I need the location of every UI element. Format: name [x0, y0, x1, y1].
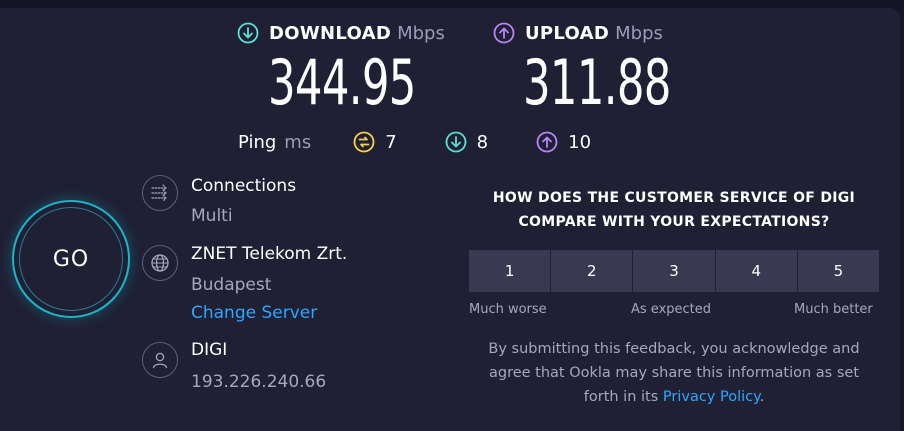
go-label: GO [19, 207, 123, 311]
user-icon [142, 342, 178, 378]
download-label: DOWNLOAD [269, 22, 392, 44]
download-unit: Mbps [397, 22, 445, 44]
provider-ip: 193.226.240.66 [191, 372, 327, 392]
download-latency: 8 [445, 131, 488, 153]
disclaimer-line1: By submitting this feedback, you acknowl… [488, 341, 860, 357]
change-server-link[interactable]: Change Server [191, 303, 317, 323]
scale-label-high: Much better [794, 302, 873, 317]
rating-option-2[interactable]: 2 [551, 250, 634, 292]
upload-unit: Mbps [615, 22, 663, 44]
connections-icon [142, 175, 178, 211]
rating-scale: 1 2 3 4 5 [469, 250, 880, 292]
rating-option-1[interactable]: 1 [469, 250, 552, 292]
survey-question-line1: HOW DOES THE CUSTOMER SERVICE OF DIGI [492, 190, 856, 206]
survey-disclaimer: By submitting this feedback, you acknowl… [470, 337, 878, 409]
rating-option-3[interactable]: 3 [633, 250, 716, 292]
disclaimer-line3: forth in its Privacy Policy. [470, 385, 878, 409]
upload-latency-value: 10 [568, 131, 592, 153]
upload-arrow-icon [493, 22, 515, 44]
upload-header: UPLOAD Mbps [493, 22, 663, 44]
survey-question: HOW DOES THE CUSTOMER SERVICE OF DIGI CO… [470, 186, 878, 234]
download-arrow-icon [237, 22, 259, 44]
idle-latency: 7 [353, 131, 397, 153]
disclaimer-line2: agree that Ookla may share this informat… [488, 365, 860, 381]
upload-latency-icon [536, 131, 558, 153]
connections-value: Multi [191, 206, 233, 226]
idle-latency-icon [353, 131, 375, 153]
upload-latency: 10 [536, 131, 591, 153]
go-button[interactable]: GO [12, 200, 130, 318]
server-location: Budapest [191, 275, 272, 295]
ping-label: Ping [238, 131, 277, 153]
idle-latency-value: 7 [385, 131, 397, 153]
download-latency-icon [445, 131, 467, 153]
speedtest-panel: DOWNLOAD Mbps 344.95 UPLOAD Mbps 311.88 … [0, 0, 904, 431]
connections-title: Connections [191, 176, 297, 196]
download-latency-value: 8 [476, 131, 489, 153]
provider-name: DIGI [191, 340, 228, 360]
scale-label-mid: As expected [631, 302, 712, 317]
scale-label-low: Much worse [469, 302, 547, 317]
privacy-policy-link[interactable]: Privacy Policy [663, 389, 760, 405]
globe-icon [142, 245, 178, 281]
rating-option-5[interactable]: 5 [797, 250, 880, 292]
ping-unit: ms [284, 131, 312, 153]
ping-row: Ping ms 7 8 10 [238, 131, 639, 153]
upload-value: 311.88 [523, 46, 671, 119]
download-value: 344.95 [268, 46, 416, 119]
server-name: ZNET Telekom Zrt. [191, 244, 348, 264]
disclaimer-suffix: . [759, 389, 765, 405]
upload-label: UPLOAD [525, 22, 610, 44]
survey-question-line2: COMPARE WITH YOUR EXPECTATIONS? [518, 214, 830, 230]
rating-option-4[interactable]: 4 [715, 250, 798, 292]
download-header: DOWNLOAD Mbps [237, 22, 445, 44]
disclaimer-prefix: forth in its [583, 389, 663, 405]
